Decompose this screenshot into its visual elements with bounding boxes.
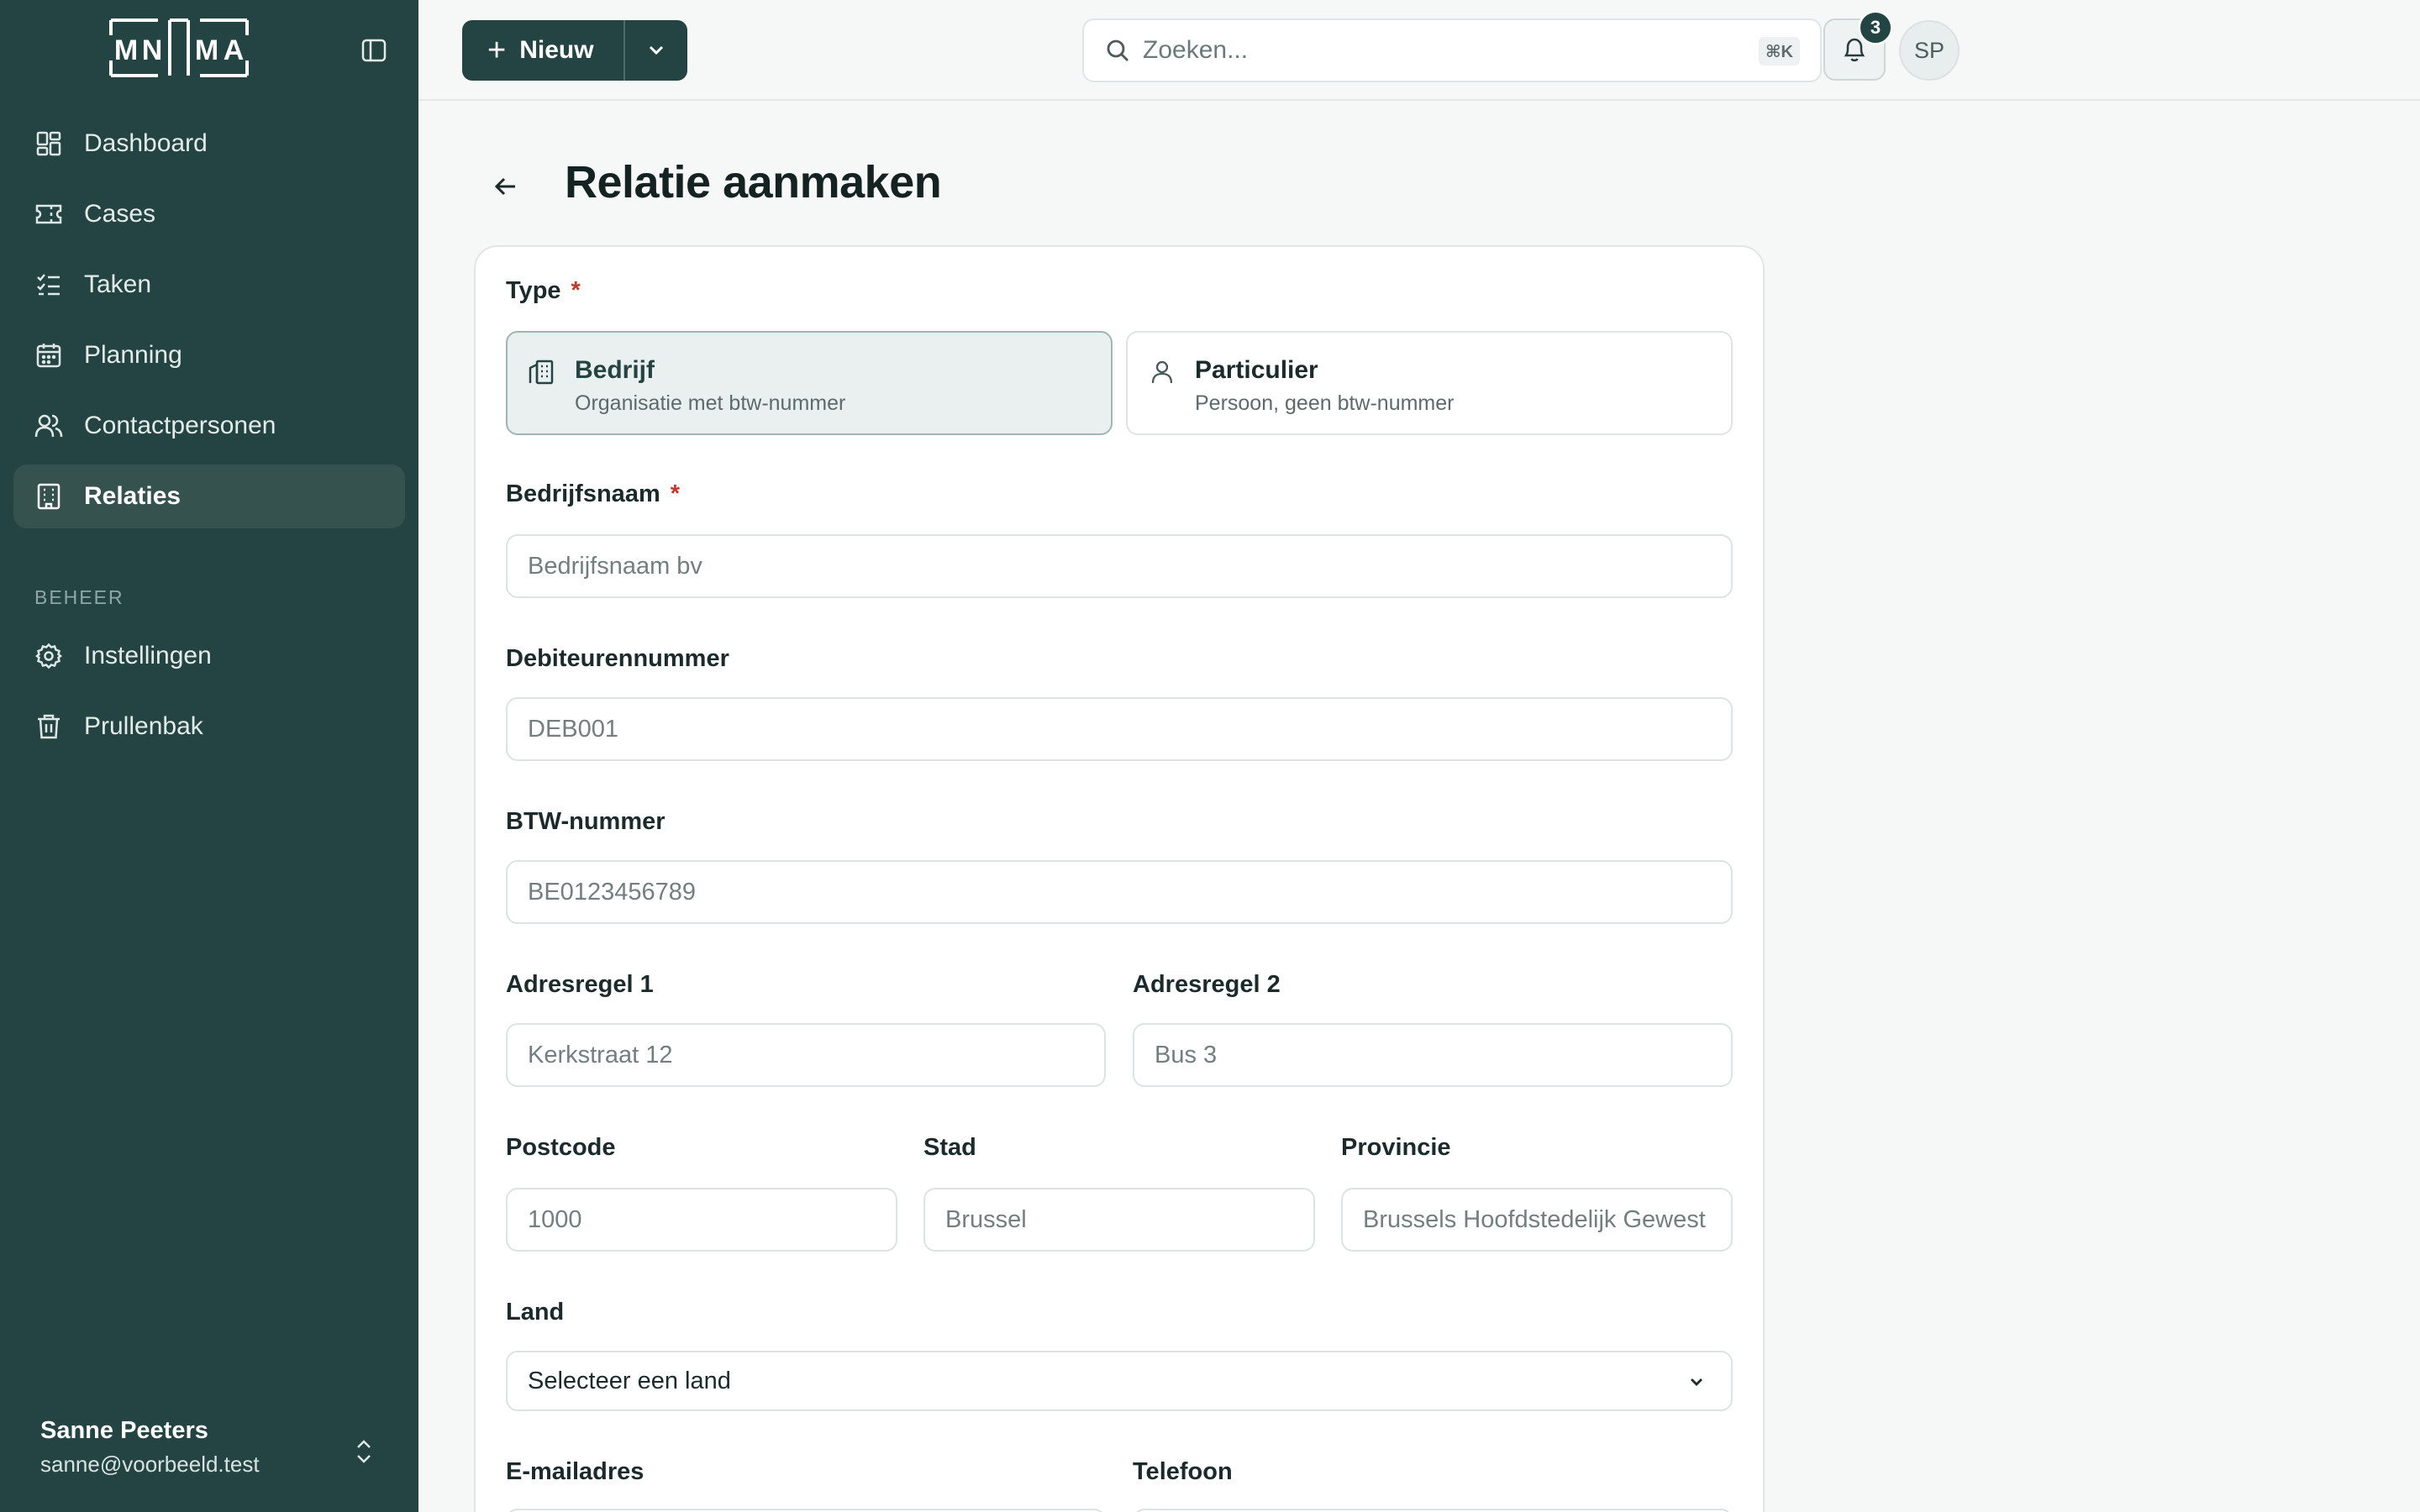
type-option-particulier[interactable]: Particulier Persoon, geen btw-nummer: [1126, 331, 1733, 435]
sidebar-item-contactpersonen[interactable]: Contactpersonen: [13, 394, 405, 458]
notification-count-badge: 3: [1858, 10, 1893, 45]
main-nav: Dashboard Cases Taken Planning Contactpe…: [13, 112, 405, 535]
chevron-down-icon: [649, 45, 664, 55]
search-input[interactable]: [1143, 36, 1731, 65]
new-dropdown-button[interactable]: [625, 20, 687, 81]
type-label-text: Type: [506, 277, 561, 304]
sidebar-item-relaties[interactable]: Relaties: [13, 465, 405, 528]
type-option-title: Particulier: [1195, 356, 1318, 384]
user-icon: [1148, 358, 1178, 388]
new-button-group: + Nieuw: [462, 20, 687, 81]
top-bar: + Nieuw ⌘K: [418, 0, 2420, 101]
city-input[interactable]: [923, 1188, 1315, 1252]
type-label: Type *: [506, 277, 581, 305]
user-account[interactable]: Sanne Peeters sanne@voorbeeld.test: [40, 1417, 393, 1478]
province-input[interactable]: [1341, 1188, 1733, 1252]
trash-icon: [34, 711, 64, 742]
sidebar-item-label: Contactpersonen: [84, 412, 276, 439]
type-option-bedrijf[interactable]: Bedrijf Organisatie met btw-nummer: [506, 331, 1113, 435]
vat-number-label: BTW-nummer: [506, 808, 666, 835]
search-bar[interactable]: ⌘K: [1082, 18, 1822, 82]
address2-input[interactable]: [1133, 1023, 1733, 1087]
address1-label: Adresregel 1: [506, 971, 654, 998]
svg-text:A: A: [224, 34, 245, 66]
email-input[interactable]: [506, 1509, 1106, 1512]
sidebar-item-label: Taken: [84, 270, 152, 298]
sidebar-item-cases[interactable]: Cases: [13, 182, 405, 246]
admin-nav: Instellingen Prullenbak: [13, 624, 405, 765]
building-icon: [528, 358, 558, 388]
page-title: Relatie aanmaken: [565, 157, 942, 207]
required-mark: *: [670, 480, 681, 507]
phone-input[interactable]: [1133, 1509, 1733, 1512]
user-name: Sanne Peeters: [40, 1417, 208, 1444]
search-shortcut-badge: ⌘K: [1759, 37, 1800, 66]
user-email: sanne@voorbeeld.test: [40, 1452, 260, 1477]
postcode-label: Postcode: [506, 1134, 616, 1161]
sidebar-item-label: Prullenbak: [84, 712, 203, 740]
address1-input[interactable]: [506, 1023, 1106, 1087]
new-button[interactable]: + Nieuw: [462, 20, 623, 81]
task-list-icon: [34, 270, 64, 300]
ticket-icon: [34, 199, 64, 229]
sidebar-item-label: Instellingen: [84, 642, 212, 669]
company-name-label-text: Bedrijfsnaam: [506, 480, 660, 507]
sidebar: M N M A Dashboard Cases Taken Planning C…: [0, 0, 418, 1512]
mnma-logo[interactable]: M N M A: [109, 18, 249, 77]
back-button[interactable]: [487, 168, 524, 205]
address2-label: Adresregel 2: [1133, 971, 1281, 998]
svg-text:M: M: [195, 34, 218, 66]
relation-form: Type * Bedrijf Organisatie met btw-nummer…: [474, 245, 1765, 1512]
vat-number-input[interactable]: [506, 860, 1733, 924]
company-name-input[interactable]: [506, 534, 1733, 598]
calendar-icon: [34, 340, 64, 370]
sidebar-item-label: Dashboard: [84, 129, 208, 157]
sidebar-item-planning[interactable]: Planning: [13, 323, 405, 387]
svg-text:M: M: [114, 34, 138, 66]
gear-icon: [34, 641, 64, 671]
country-label: Land: [506, 1299, 565, 1326]
dashboard-icon: [34, 129, 64, 159]
sidebar-item-instellingen[interactable]: Instellingen: [13, 624, 405, 688]
sidebar-item-dashboard[interactable]: Dashboard: [13, 112, 405, 176]
svg-text:N: N: [142, 34, 163, 66]
phone-label: Telefoon: [1133, 1458, 1233, 1485]
account-switch-icon[interactable]: [351, 1436, 376, 1467]
email-label: E-mailadres: [506, 1458, 644, 1485]
sidebar-item-label: Cases: [84, 200, 156, 228]
new-button-label: Nieuw: [519, 36, 594, 64]
chevron-down-icon: [1691, 1378, 1702, 1386]
type-option-subtitle: Persoon, geen btw-nummer: [1195, 391, 1455, 415]
type-option-title: Bedrijf: [575, 356, 655, 384]
city-label: Stad: [923, 1134, 976, 1161]
province-label: Provincie: [1341, 1134, 1451, 1161]
sidebar-toggle-icon: [361, 39, 387, 62]
country-select-value: Selecteer een land: [528, 1367, 731, 1394]
search-icon: [1107, 39, 1128, 61]
building-icon: [34, 481, 64, 512]
sidebar-toggle-button[interactable]: [357, 36, 391, 65]
debtor-number-label: Debiteurennummer: [506, 645, 729, 672]
sidebar-item-label: Planning: [84, 341, 182, 369]
type-option-subtitle: Organisatie met btw-nummer: [575, 391, 846, 415]
sidebar-item-taken[interactable]: Taken: [13, 253, 405, 317]
arrow-left-icon: [494, 177, 515, 196]
plus-icon: +: [487, 33, 507, 68]
sidebar-item-label: Relaties: [84, 482, 182, 510]
section-label-beheer: BEHEER: [34, 586, 124, 608]
company-name-label: Bedrijfsnaam *: [506, 480, 680, 508]
required-mark: *: [571, 277, 581, 304]
debtor-number-input[interactable]: [506, 697, 1733, 761]
postcode-input[interactable]: [506, 1188, 897, 1252]
country-select[interactable]: Selecteer een land: [506, 1351, 1733, 1411]
users-icon: [34, 411, 64, 441]
sidebar-item-prullenbak[interactable]: Prullenbak: [13, 695, 405, 759]
avatar[interactable]: SP: [1899, 20, 1960, 81]
